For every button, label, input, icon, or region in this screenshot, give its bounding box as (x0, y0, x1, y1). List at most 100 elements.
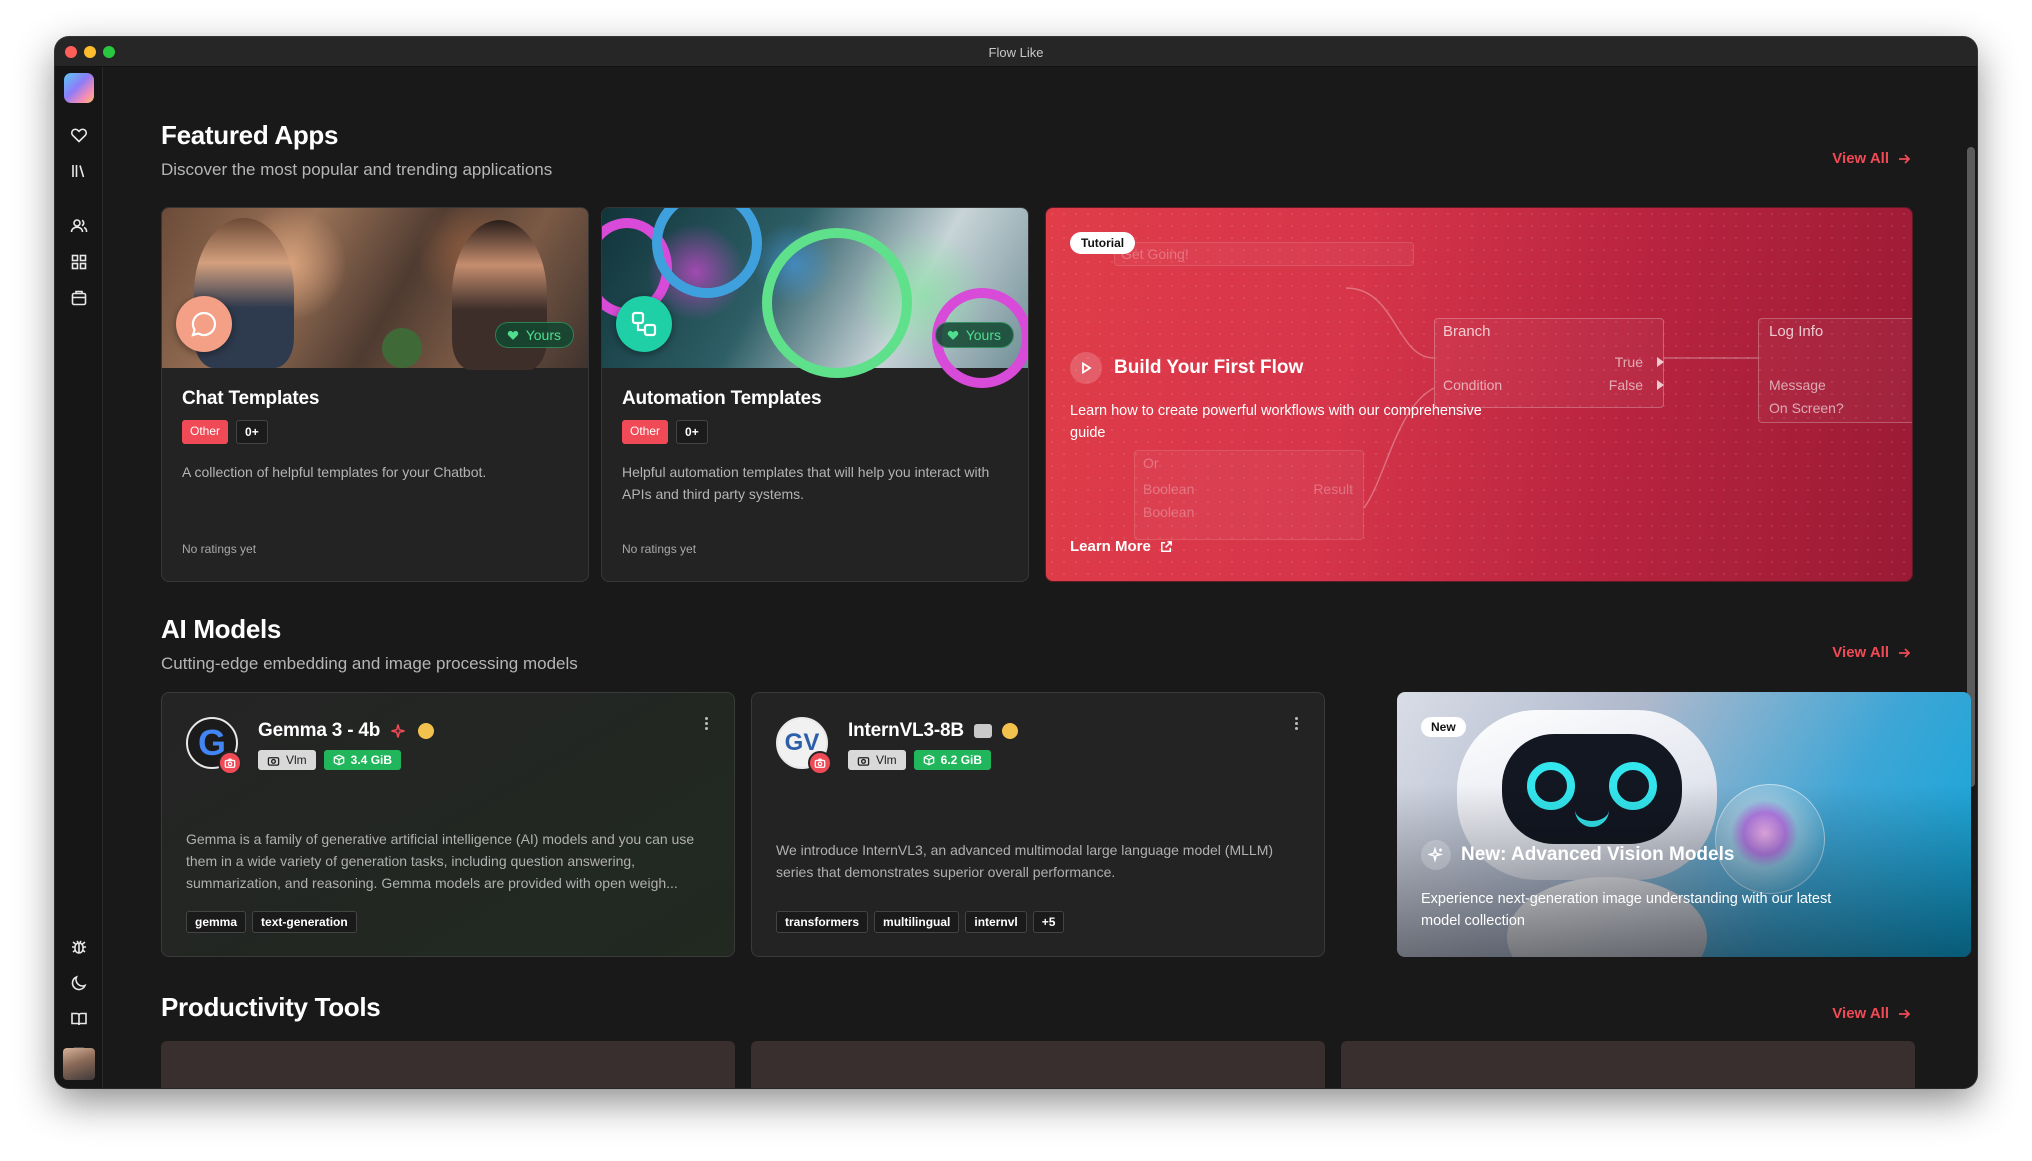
promo-banner-vision-models[interactable]: New New: Advanced Vision Models Experien… (1397, 692, 1971, 957)
grid-icon[interactable] (69, 252, 89, 272)
hugging-face-icon (418, 723, 435, 739)
app-description: Helpful automation templates that will h… (622, 464, 990, 502)
productivity-view-all-link[interactable]: View All (1832, 1005, 1911, 1022)
arrow-right-icon (1899, 1008, 1911, 1019)
app-name: Chat Templates (182, 388, 320, 409)
model-tag-more[interactable]: +5 (1032, 911, 1065, 933)
yours-badge: Yours (494, 322, 574, 348)
play-icon[interactable] (1070, 352, 1102, 384)
library-icon[interactable] (69, 161, 89, 181)
model-type-badge: Vlm (848, 750, 906, 770)
tutorial-title: Build Your First Flow (1070, 352, 1303, 384)
sparkle-icon (391, 724, 405, 738)
app-tags: Other 0+ (182, 420, 268, 444)
window-title: Flow Like (988, 45, 1044, 60)
camera-icon (267, 756, 280, 766)
heart-icon[interactable] (69, 125, 89, 145)
productivity-tools-title: Productivity Tools (161, 992, 381, 1022)
models-view-all-link[interactable]: View All (1832, 644, 1911, 661)
external-link-icon (1160, 541, 1172, 552)
model-name: Gemma 3 - 4b (258, 720, 435, 742)
camera-icon (857, 756, 870, 766)
package-icon (923, 754, 934, 766)
featured-apps-subtitle: Discover the most popular and trending a… (161, 160, 553, 179)
promo-title-text: New: Advanced Vision Models (1461, 844, 1735, 865)
model-card-gemma[interactable]: G Gemma 3 - 4b Vlm 3.4 GiB Gemma is a fa… (161, 692, 735, 957)
camera-icon (218, 751, 242, 775)
model-tag[interactable]: transformers (776, 911, 869, 933)
category-tag: Other (622, 420, 669, 444)
model-card-internvl[interactable]: GV InternVL3-8B Vlm 6.2 GiB We introduce… (751, 692, 1325, 957)
model-tag[interactable]: text-generation (252, 911, 357, 933)
model-tags: gemma text-generation (186, 911, 357, 933)
productivity-card-placeholder[interactable] (1341, 1041, 1915, 1088)
more-options-icon[interactable] (698, 715, 714, 731)
bug-icon[interactable] (69, 937, 89, 957)
featured-apps-title: Featured Apps (161, 120, 339, 150)
package-icon (333, 754, 344, 766)
title-bar: Flow Like (55, 37, 1977, 67)
tutorial-pill: Tutorial (1070, 232, 1136, 254)
model-tag[interactable]: gemma (186, 911, 247, 933)
tutorial-description: Learn how to create powerful workflows w… (1070, 403, 1482, 441)
app-description: A collection of helpful templates for yo… (182, 464, 487, 480)
model-name-text: InternVL3-8B (848, 720, 964, 741)
promo-description: Experience next-generation image underst… (1421, 891, 1832, 929)
flow-connections (1345, 287, 1758, 509)
age-rating-tag: 0+ (676, 420, 708, 444)
tutorial-title-text: Build Your First Flow (1114, 357, 1304, 378)
ai-models-title: AI Models (161, 614, 282, 644)
tutorial-banner[interactable]: Get Going! Branch Condition True False L… (1045, 207, 1913, 582)
view-all-label: View All (1832, 150, 1889, 167)
category-tag: Other (182, 420, 229, 444)
hugging-face-icon (1001, 723, 1018, 739)
app-card-chat-templates[interactable]: Yours Chat Templates Other 0+ A collecti… (161, 207, 589, 582)
workflow-icon (616, 296, 672, 352)
model-description: We introduce InternVL3, an advanced mult… (776, 842, 1274, 880)
chat-bubble-icon (176, 296, 232, 352)
app-tags: Other 0+ (622, 420, 708, 444)
new-pill: New (1421, 717, 1466, 737)
learn-more-link[interactable]: Learn More (1070, 538, 1174, 555)
model-size-badge: 3.4 GiB (323, 750, 402, 770)
yours-label: Yours (525, 327, 561, 343)
featured-view-all-link[interactable]: View All (1832, 150, 1911, 167)
model-name-text: Gemma 3 - 4b (258, 720, 381, 741)
app-logo[interactable] (64, 73, 94, 103)
model-tags: transformers multilingual internvl +5 (776, 911, 1065, 933)
model-name: InternVL3-8B (848, 720, 1018, 742)
yours-label: Yours (965, 327, 1001, 343)
model-badges: Vlm 6.2 GiB (848, 750, 992, 770)
model-tag[interactable]: internvl (965, 911, 1027, 933)
users-icon[interactable] (69, 216, 89, 236)
main-content: Featured Apps Discover the most popular … (103, 67, 1977, 1088)
app-card-automation-templates[interactable]: Yours Automation Templates Other 0+ Help… (601, 207, 1029, 582)
model-size-badge: 6.2 GiB (913, 750, 992, 770)
heart-icon (947, 330, 958, 340)
app-name: Automation Templates (622, 388, 822, 409)
store-icon[interactable] (69, 288, 89, 308)
app-window: Flow Like Featured Apps Discover the mos… (55, 37, 1977, 1088)
heart-icon (507, 330, 518, 340)
camera-icon (808, 751, 832, 775)
arrow-right-icon (1899, 647, 1911, 658)
sparkles-icon (1421, 840, 1451, 870)
productivity-card-placeholder[interactable] (161, 1041, 735, 1088)
camera-emoji-icon (973, 724, 992, 738)
productivity-card-placeholder[interactable] (751, 1041, 1325, 1088)
age-rating-tag: 0+ (236, 420, 268, 444)
book-icon[interactable] (69, 1009, 89, 1029)
promo-title: New: Advanced Vision Models (1421, 840, 1734, 870)
moon-icon[interactable] (69, 973, 89, 993)
model-description: Gemma is a family of generative artifici… (186, 831, 695, 891)
ai-models-subtitle: Cutting-edge embedding and image process… (161, 654, 578, 673)
view-all-label: View All (1832, 1005, 1889, 1022)
yours-badge: Yours (934, 322, 1014, 348)
model-tag[interactable]: multilingual (874, 911, 960, 933)
sidebar (55, 67, 103, 1088)
scrollbar[interactable] (1967, 147, 1975, 787)
more-options-icon[interactable] (1288, 715, 1304, 731)
user-avatar[interactable] (63, 1048, 95, 1080)
app-rating: No ratings yet (622, 542, 697, 556)
view-all-label: View All (1832, 644, 1889, 661)
